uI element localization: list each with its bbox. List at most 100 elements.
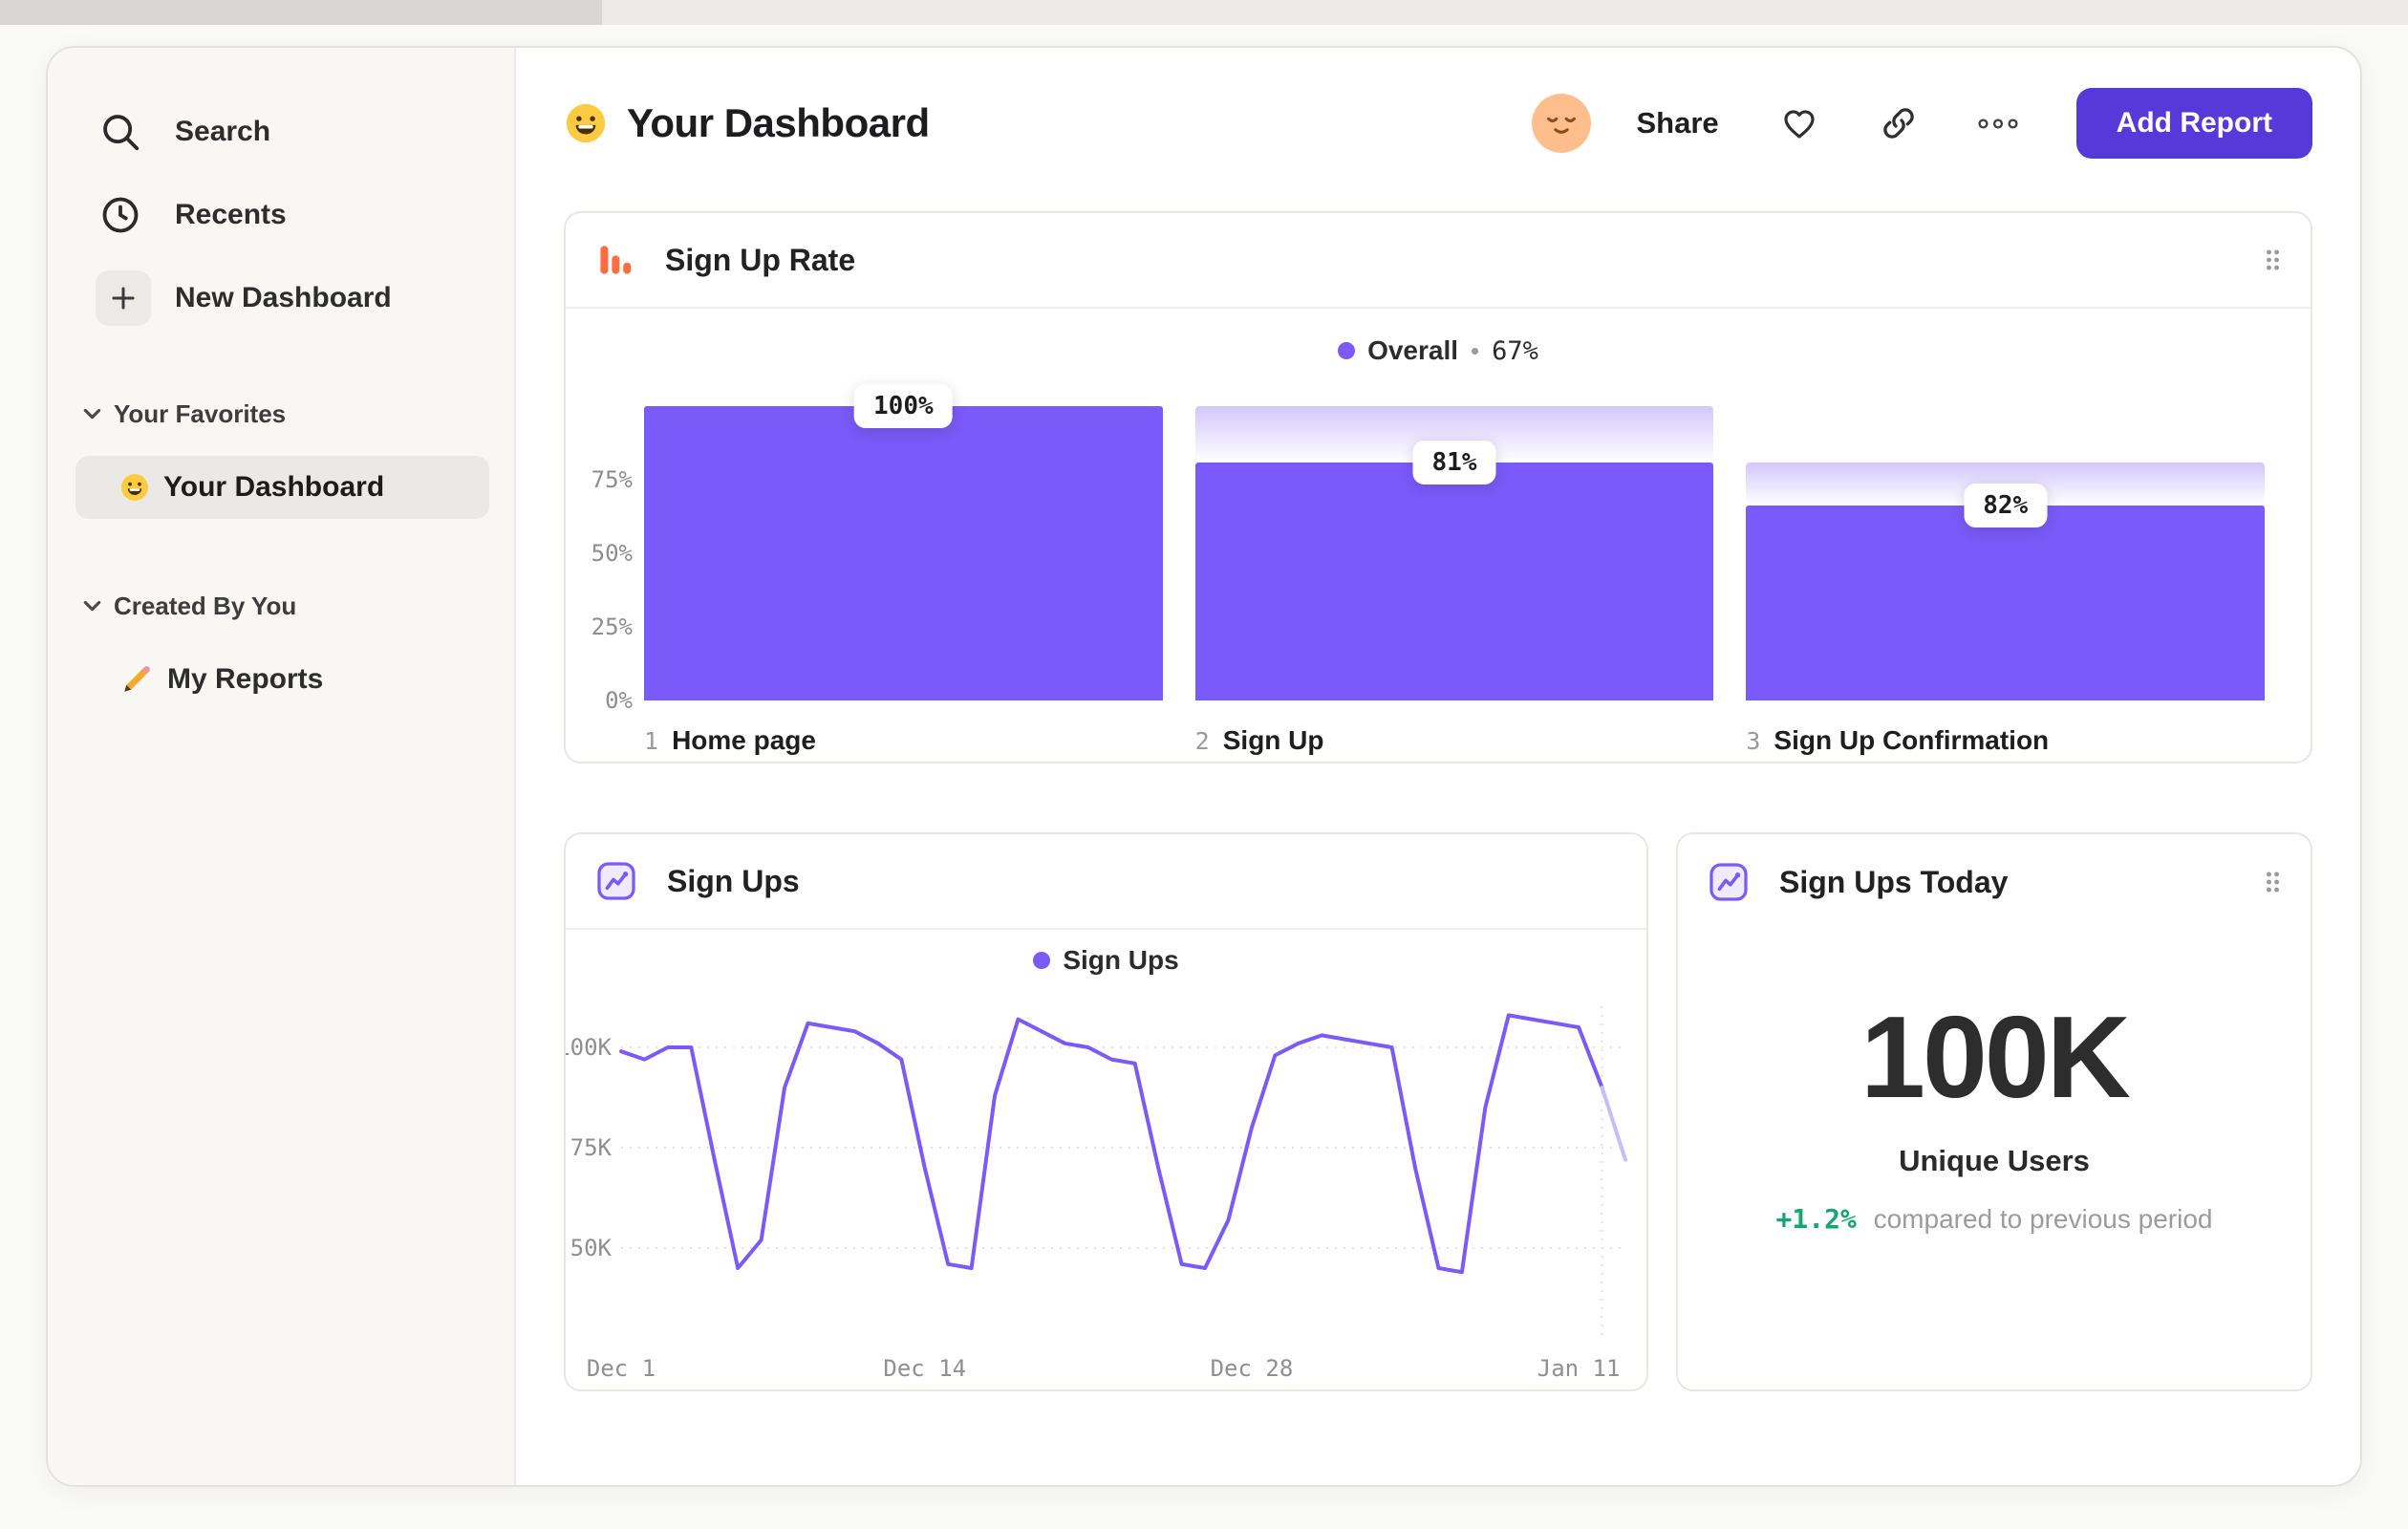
drag-handle-icon[interactable] <box>2264 870 2282 895</box>
signups-line-chart[interactable]: 100K 75K 50K Dec 1 Dec 14 Dec 28 Jan 11 <box>566 991 1646 1389</box>
big-number: 100K <box>1860 992 2131 1122</box>
delta-value: +1.2% <box>1775 1203 1857 1235</box>
app-window: Search Recents New Dashboard Your Favori… <box>46 46 2362 1487</box>
funnel-y-tick: 50% <box>591 540 633 567</box>
funnel-plot: 75% 50% 25% 0% 100% 81% 82% <box>583 384 2266 714</box>
cards-row: Sign Ups Sign Ups 100K 75K 50K Dec 1 Dec 14 D… <box>564 832 2312 1391</box>
line-chart-icon <box>1707 860 1751 904</box>
section-title: Your Favorites <box>114 398 287 428</box>
more-options-button[interactable] <box>1977 118 2019 130</box>
section-your-favorites[interactable]: Your Favorites <box>48 393 514 435</box>
funnel-chart-icon <box>594 239 636 281</box>
share-button[interactable]: Share <box>1637 106 1719 140</box>
funnel-y-tick: 0% <box>605 687 633 714</box>
funnel-card-title: Sign Up Rate <box>665 242 856 277</box>
link-icon <box>1880 104 1918 142</box>
sidebar-item-your-dashboard[interactable]: Your Dashboard <box>75 456 489 519</box>
ellipsis-icon <box>1977 118 2019 130</box>
signups-card-header: Sign Ups <box>566 834 1646 930</box>
header-actions: Share Add Report <box>1531 88 2312 159</box>
legend-label: Overall <box>1367 335 1459 365</box>
main-content: Your Dashboard Share Add Report Sign Up … <box>516 48 2360 1485</box>
copy-link-button[interactable] <box>1878 104 1920 142</box>
delta-note: compared to previous period <box>1873 1204 2213 1234</box>
favorite-button[interactable] <box>1778 104 1820 142</box>
funnel-step-number: 3 <box>1746 727 1761 755</box>
signups-series-line-incomplete <box>1600 1086 1627 1162</box>
x-tick-label: Dec 28 <box>1211 1355 1294 1382</box>
sidebar-item-label: New Dashboard <box>175 281 392 313</box>
delta-row: +1.2% compared to previous period <box>1678 1203 2311 1235</box>
sidebar-item-new-dashboard[interactable]: New Dashboard <box>48 256 514 339</box>
funnel-step-name: Sign Up Confirmation <box>1774 725 2050 755</box>
smiley-icon <box>564 101 608 145</box>
funnel-columns: 100% 81% 82% <box>644 384 2266 700</box>
y-tick-label: 100K <box>566 1034 613 1061</box>
page-header: Your Dashboard Share Add Report <box>564 88 2312 159</box>
sidebar-item-label: My Reports <box>167 663 324 695</box>
funnel-step-number: 1 <box>644 727 659 755</box>
legend-dot <box>1338 342 1356 359</box>
funnel-bar[interactable] <box>1194 462 1714 700</box>
chevron-down-icon <box>83 600 101 613</box>
smiley-icon <box>119 472 150 503</box>
funnel-bar[interactable] <box>644 406 1163 700</box>
sidebar-item-label: Search <box>175 115 271 147</box>
funnel-step-label: 1 Home page <box>644 725 1163 756</box>
drag-handle-icon[interactable] <box>2264 248 2282 273</box>
funnel-step-label: 3 Sign Up Confirmation <box>1746 725 2265 756</box>
top-strip-left <box>0 0 602 25</box>
funnel-x-axis: 1 Home page 2 Sign Up 3 Sign Up Confirmation <box>644 725 2265 756</box>
legend-value: 67% <box>1492 335 1538 366</box>
funnel-card-header: Sign Up Rate <box>566 213 2311 309</box>
funnel-y-tick: 25% <box>591 614 633 640</box>
line-chart-area: 100K 75K 50K Dec 1 Dec 14 Dec 28 Jan 11 <box>566 991 1646 1389</box>
page-title: Your Dashboard <box>627 100 930 145</box>
funnel-card: Sign Up Rate Overall • 67% 75% 50% 25% 0% 1… <box>564 211 2312 764</box>
funnel-y-tick: 75% <box>591 466 633 493</box>
x-tick-label: Dec 1 <box>587 1355 656 1382</box>
signups-card-title: Sign Ups <box>667 863 800 898</box>
legend-separator: • <box>1471 335 1480 365</box>
x-tick-label: Jan 11 <box>1537 1355 1621 1382</box>
legend-dot <box>1033 952 1051 969</box>
sidebar-item-recents[interactable]: Recents <box>48 173 514 256</box>
sidebar-item-search[interactable]: Search <box>48 90 514 173</box>
sidebar-item-my-reports[interactable]: My Reports <box>75 648 489 711</box>
funnel-step-name: Home page <box>672 725 816 755</box>
funnel-step-label: 2 Sign Up <box>1195 725 1714 756</box>
signups-today-title: Sign Ups Today <box>1779 864 2009 899</box>
avatar[interactable] <box>1531 94 1591 153</box>
funnel-bar[interactable] <box>1746 505 2266 700</box>
signups-today-header: Sign Ups Today <box>1678 834 2311 930</box>
funnel-column: 100% <box>644 384 1163 700</box>
funnel-value-label: 81% <box>1412 440 1496 485</box>
sidebar-item-label: Recents <box>175 198 287 230</box>
page-title-wrap: Your Dashboard <box>564 100 930 146</box>
funnel-value-label: 100% <box>854 384 953 428</box>
signups-today-card: Sign Ups Today 100K Unique Users +1.2% c… <box>1676 832 2312 1391</box>
sidebar-item-label: Your Dashboard <box>163 471 385 503</box>
x-tick-label: Dec 14 <box>883 1355 966 1382</box>
funnel-column: 82% <box>1746 406 2266 700</box>
signups-series-line[interactable] <box>619 1013 1604 1275</box>
y-tick-label: 50K <box>570 1235 613 1261</box>
funnel-legend[interactable]: Overall • 67% <box>566 332 2311 370</box>
legend-label: Sign Ups <box>1063 945 1179 975</box>
line-chart-icon <box>594 859 638 903</box>
section-created-by-you[interactable]: Created By You <box>48 585 514 627</box>
chevron-down-icon <box>83 408 101 420</box>
funnel-step-name: Sign Up <box>1222 725 1324 755</box>
signups-card: Sign Ups Sign Ups 100K 75K 50K Dec 1 Dec 14 D… <box>564 832 1648 1391</box>
big-number-subtitle: Unique Users <box>1899 1144 2090 1177</box>
heart-icon <box>1780 104 1818 142</box>
sidebar: Search Recents New Dashboard Your Favori… <box>48 48 516 1485</box>
funnel-y-axis: 75% 50% 25% 0% <box>583 406 636 714</box>
funnel-value-label: 82% <box>1964 483 2048 528</box>
signups-legend[interactable]: Sign Ups <box>566 930 1646 991</box>
y-tick-label: 75K <box>570 1134 613 1161</box>
add-report-button[interactable]: Add Report <box>2075 88 2312 159</box>
section-title: Created By You <box>114 591 297 620</box>
plus-icon <box>96 269 151 326</box>
funnel-step-number: 2 <box>1194 727 1210 755</box>
